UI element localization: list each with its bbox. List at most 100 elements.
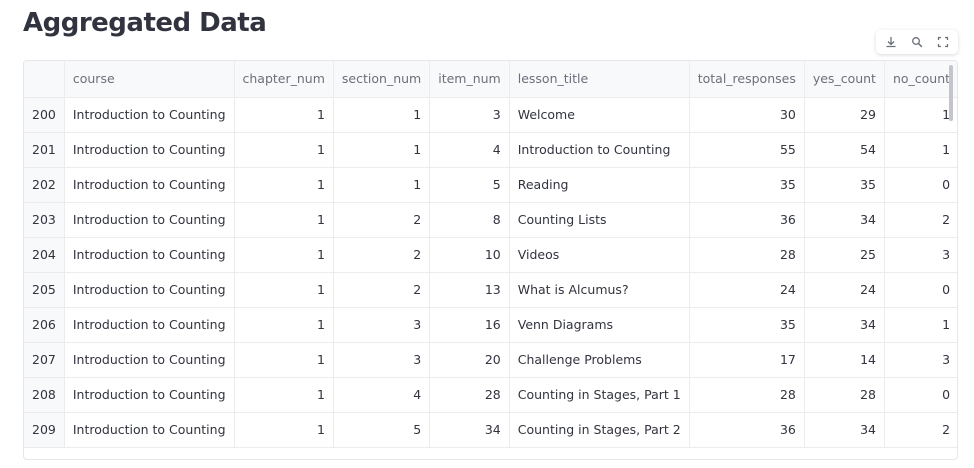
cell-total-responses[interactable]: 28 <box>689 377 805 413</box>
cell-section-num[interactable]: 2 <box>333 272 431 308</box>
cell-course[interactable]: Introduction to Counting <box>64 272 235 308</box>
vertical-scrollbar[interactable] <box>949 65 953 121</box>
cell-chapter-num[interactable]: 1 <box>234 237 334 273</box>
cell-item-num[interactable]: 20 <box>429 342 510 378</box>
cell-section-num[interactable]: 3 <box>333 342 431 378</box>
cell-no-count[interactable]: 1 <box>884 132 957 168</box>
cell-no-count[interactable]: 0 <box>884 167 957 203</box>
column-header-total-responses[interactable]: total_responses <box>689 61 805 98</box>
cell-no-count[interactable]: 2 <box>884 202 957 238</box>
cell-lesson-title[interactable]: Counting in Stages, Part 1 <box>509 377 690 413</box>
cell-course[interactable]: Introduction to Counting <box>64 97 235 133</box>
cell-no-count[interactable]: 3 <box>884 342 957 378</box>
cell-course[interactable]: Introduction to Counting <box>64 342 235 378</box>
cell-course[interactable]: Introduction to Counting <box>64 307 235 343</box>
column-header-yes-count[interactable]: yes_count <box>804 61 885 98</box>
cell-lesson-title[interactable]: Videos <box>509 237 690 273</box>
cell-section-num[interactable]: 4 <box>333 377 431 413</box>
table-row[interactable]: 202 Introduction to Counting 1 1 5 Reading 35 3… <box>24 167 957 203</box>
cell-yes-count[interactable]: 25 <box>804 237 885 273</box>
cell-yes-count[interactable]: 34 <box>804 412 885 448</box>
cell-chapter-num[interactable]: 1 <box>234 202 334 238</box>
cell-item-num[interactable]: 10 <box>429 237 510 273</box>
cell-course[interactable]: Introduction to Counting <box>64 132 235 168</box>
cell-course[interactable]: Introduction to Counting <box>64 377 235 413</box>
cell-item-num[interactable]: 3 <box>429 97 510 133</box>
cell-yes-count[interactable]: 28 <box>804 377 885 413</box>
download-button[interactable] <box>881 32 901 52</box>
column-header-section-num[interactable]: section_num <box>333 61 431 98</box>
cell-chapter-num[interactable]: 1 <box>234 307 334 343</box>
column-header-chapter-num[interactable]: chapter_num <box>234 61 334 98</box>
cell-total-responses[interactable]: 36 <box>689 202 805 238</box>
cell-chapter-num[interactable]: 1 <box>234 272 334 308</box>
cell-section-num[interactable]: 5 <box>333 412 431 448</box>
cell-section-num[interactable]: 1 <box>333 132 431 168</box>
cell-total-responses[interactable]: 24 <box>689 272 805 308</box>
table-row[interactable]: 200 Introduction to Counting 1 1 3 Welcome 30 2… <box>24 97 957 133</box>
cell-item-num[interactable]: 4 <box>429 132 510 168</box>
cell-yes-count[interactable]: 29 <box>804 97 885 133</box>
cell-no-count[interactable]: 0 <box>884 272 957 308</box>
data-table[interactable]: course chapter_num section_num item_num less… <box>23 60 958 460</box>
table-row[interactable]: 207 Introduction to Counting 1 3 20 Challenge… <box>24 342 957 378</box>
cell-yes-count[interactable]: 34 <box>804 202 885 238</box>
table-row[interactable]: 208 Introduction to Counting 1 4 28 Counting … <box>24 377 957 413</box>
table-row[interactable]: 203 Introduction to Counting 1 2 8 Counting L… <box>24 202 957 238</box>
table-row[interactable]: 206 Introduction to Counting 1 3 16 Venn Diag… <box>24 307 957 343</box>
cell-chapter-num[interactable]: 1 <box>234 412 334 448</box>
cell-lesson-title[interactable]: What is Alcumus? <box>509 272 690 308</box>
cell-no-count[interactable]: 1 <box>884 97 957 133</box>
column-header-no-count[interactable]: no_count <box>884 61 957 98</box>
cell-total-responses[interactable]: 36 <box>689 412 805 448</box>
cell-yes-count[interactable]: 54 <box>804 132 885 168</box>
cell-no-count[interactable]: 0 <box>884 377 957 413</box>
cell-lesson-title[interactable]: Venn Diagrams <box>509 307 690 343</box>
cell-total-responses[interactable]: 17 <box>689 342 805 378</box>
cell-no-count[interactable]: 2 <box>884 412 957 448</box>
cell-section-num[interactable]: 3 <box>333 307 431 343</box>
cell-course[interactable]: Introduction to Counting <box>64 202 235 238</box>
cell-course[interactable]: Introduction to Counting <box>64 237 235 273</box>
cell-yes-count[interactable]: 14 <box>804 342 885 378</box>
search-button[interactable] <box>907 32 927 52</box>
cell-total-responses[interactable]: 28 <box>689 237 805 273</box>
cell-total-responses[interactable]: 30 <box>689 97 805 133</box>
fullscreen-button[interactable] <box>933 32 953 52</box>
table-row[interactable]: 209 Introduction to Counting 1 5 34 Counting … <box>24 412 957 448</box>
cell-item-num[interactable]: 28 <box>429 377 510 413</box>
cell-chapter-num[interactable]: 1 <box>234 377 334 413</box>
column-header-item-num[interactable]: item_num <box>429 61 510 98</box>
cell-total-responses[interactable]: 35 <box>689 307 805 343</box>
cell-chapter-num[interactable]: 1 <box>234 342 334 378</box>
cell-course[interactable]: Introduction to Counting <box>64 412 235 448</box>
cell-lesson-title[interactable]: Welcome <box>509 97 690 133</box>
cell-total-responses[interactable]: 35 <box>689 167 805 203</box>
column-header-lesson-title[interactable]: lesson_title <box>509 61 690 98</box>
cell-chapter-num[interactable]: 1 <box>234 97 334 133</box>
cell-no-count[interactable]: 3 <box>884 237 957 273</box>
cell-course[interactable]: Introduction to Counting <box>64 167 235 203</box>
table-row[interactable]: 205 Introduction to Counting 1 2 13 What is A… <box>24 272 957 308</box>
cell-item-num[interactable]: 16 <box>429 307 510 343</box>
cell-yes-count[interactable]: 34 <box>804 307 885 343</box>
cell-total-responses[interactable]: 55 <box>689 132 805 168</box>
cell-chapter-num[interactable]: 1 <box>234 167 334 203</box>
table-row[interactable]: 201 Introduction to Counting 1 1 4 Introducti… <box>24 132 957 168</box>
cell-item-num[interactable]: 5 <box>429 167 510 203</box>
cell-lesson-title[interactable]: Counting in Stages, Part 2 <box>509 412 690 448</box>
cell-no-count[interactable]: 1 <box>884 307 957 343</box>
cell-item-num[interactable]: 34 <box>429 412 510 448</box>
cell-lesson-title[interactable]: Counting Lists <box>509 202 690 238</box>
cell-section-num[interactable]: 2 <box>333 237 431 273</box>
cell-item-num[interactable]: 8 <box>429 202 510 238</box>
cell-section-num[interactable]: 2 <box>333 202 431 238</box>
cell-lesson-title[interactable]: Challenge Problems <box>509 342 690 378</box>
cell-section-num[interactable]: 1 <box>333 167 431 203</box>
table-row[interactable]: 204 Introduction to Counting 1 2 10 Videos 28 2… <box>24 237 957 273</box>
cell-yes-count[interactable]: 24 <box>804 272 885 308</box>
column-header-course[interactable]: course <box>64 61 235 98</box>
cell-chapter-num[interactable]: 1 <box>234 132 334 168</box>
cell-yes-count[interactable]: 35 <box>804 167 885 203</box>
cell-section-num[interactable]: 1 <box>333 97 431 133</box>
